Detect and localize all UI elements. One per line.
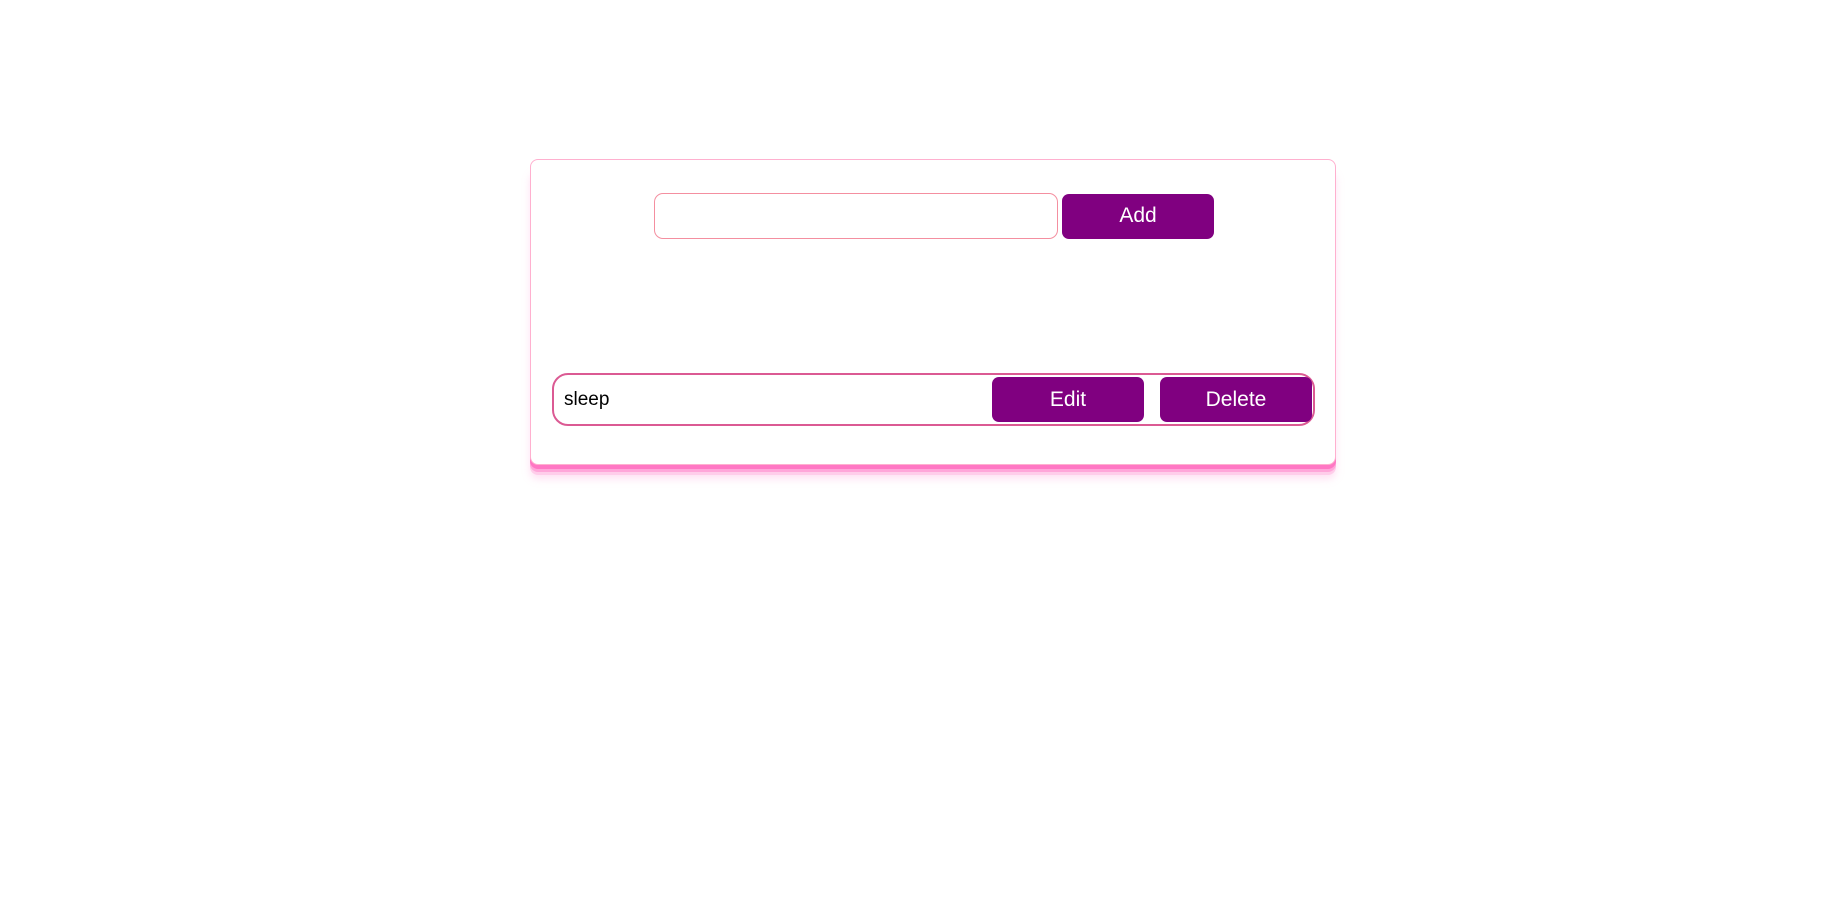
- todo-item-text: sleep: [564, 388, 610, 410]
- edit-button[interactable]: Edit: [992, 377, 1144, 422]
- add-todo-form: Add: [654, 193, 1214, 239]
- todo-input[interactable]: [654, 193, 1058, 239]
- todo-card: Add sleep Edit Delete: [530, 159, 1336, 465]
- todo-item: sleep Edit Delete: [552, 373, 1315, 426]
- add-button[interactable]: Add: [1062, 193, 1214, 239]
- delete-button[interactable]: Delete: [1160, 377, 1312, 422]
